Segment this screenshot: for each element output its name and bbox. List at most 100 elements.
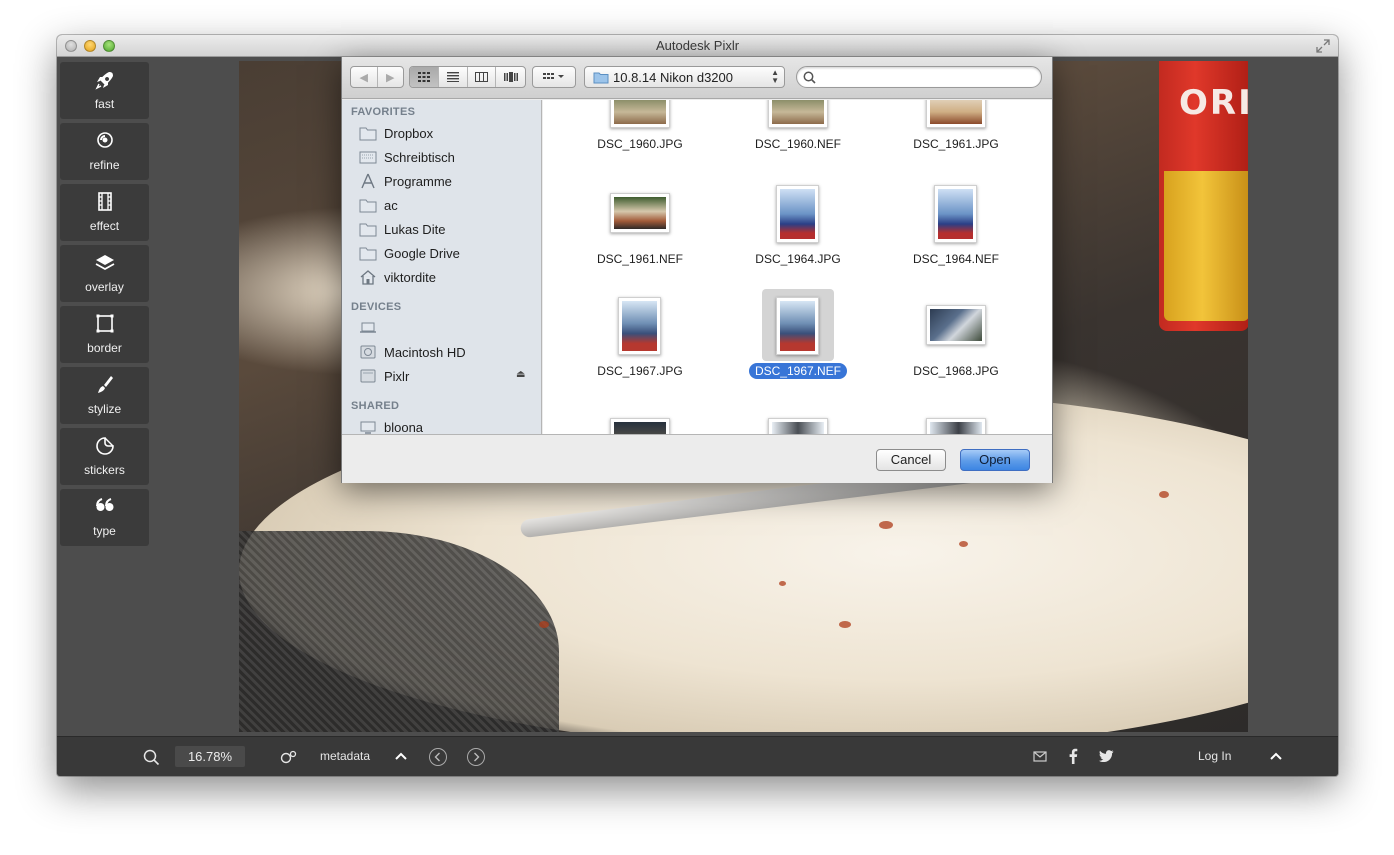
devices-header: DEVICES xyxy=(351,301,402,313)
login-button[interactable]: Log In xyxy=(1198,749,1231,763)
file-item[interactable]: DSC_1967.JPG xyxy=(565,297,715,407)
column-view-button[interactable] xyxy=(468,67,497,87)
sidebar-item-pixlr[interactable]: Pixlr ⏏ xyxy=(359,367,539,387)
tool-refine-button[interactable]: refine xyxy=(60,123,149,180)
sidebar-item-viktordite[interactable]: viktordite xyxy=(359,268,539,288)
file-item[interactable]: DSC_1964.JPG xyxy=(723,185,873,295)
arrange-icon xyxy=(543,73,564,79)
coverflow-view-button[interactable] xyxy=(496,67,525,87)
border-icon xyxy=(96,314,114,333)
shared-header: SHARED xyxy=(351,400,400,412)
chevron-right-icon xyxy=(474,752,480,762)
file-thumbnail[interactable] xyxy=(926,418,986,434)
path-popup-button[interactable]: 10.8.14 Nikon d3200 ▲ ▼ xyxy=(584,66,785,88)
file-name: DSC_1960.NEF xyxy=(754,137,842,151)
bottom-bar: 16.78% metadata Log In xyxy=(57,736,1338,776)
sidebar-item-label: Schreibtisch xyxy=(384,150,455,165)
sidebar-item-computer[interactable] xyxy=(359,318,539,338)
tool-fast-button[interactable]: fast xyxy=(60,62,149,119)
file-name: DSC_1967.NEF xyxy=(723,363,873,379)
search-field[interactable] xyxy=(796,66,1042,88)
tool-label: stylize xyxy=(87,402,122,416)
file-thumbnail[interactable] xyxy=(610,418,670,434)
icon-view-button[interactable] xyxy=(410,67,439,87)
tool-stickers-button[interactable]: stickers xyxy=(60,428,149,485)
file-name: DSC_1964.JPG xyxy=(755,252,841,266)
sidebar-item-dropbox[interactable]: Dropbox xyxy=(359,124,539,144)
file-item[interactable]: DSC_1961.NEF xyxy=(565,185,715,295)
hard-drive-icon xyxy=(360,345,376,359)
photo-stain xyxy=(839,621,851,628)
search-icon xyxy=(803,71,816,84)
previous-image-button[interactable] xyxy=(429,748,447,766)
sidebar-item-lukas-dite[interactable]: Lukas Dite xyxy=(359,220,539,240)
applications-icon xyxy=(361,173,375,189)
sidebar-item-label: Pixlr xyxy=(384,369,410,384)
file-name: DSC_1964.NEF xyxy=(912,252,1000,266)
file-name: DSC_1961.NEF xyxy=(596,252,684,266)
chevron-up-icon[interactable] xyxy=(1270,751,1282,761)
facebook-icon[interactable] xyxy=(1068,748,1078,764)
sidebar-item-macintosh-hd[interactable]: Macintosh HD xyxy=(359,343,539,363)
file-item[interactable]: DSC_1968.JPG xyxy=(881,297,1031,407)
view-mode-control xyxy=(409,66,526,88)
tool-label: overlay xyxy=(85,280,124,294)
file-thumbnail xyxy=(926,100,986,128)
film-icon xyxy=(98,192,112,211)
file-thumbnail xyxy=(926,305,986,345)
open-file-dialog: ◀ ▶ 10.8.14 Nikon d3200 ▲ ▼ FAVORITES Dr… xyxy=(341,57,1053,483)
network-computer-icon xyxy=(360,421,376,434)
arrange-button[interactable] xyxy=(533,67,575,87)
mail-icon[interactable] xyxy=(1033,751,1047,762)
tool-effect-button[interactable]: effect xyxy=(60,184,149,241)
cancel-button[interactable]: Cancel xyxy=(876,449,946,471)
next-image-button[interactable] xyxy=(467,748,485,766)
list-view-icon xyxy=(446,72,459,82)
photo-stain xyxy=(959,541,968,547)
file-item[interactable]: DSC_1964.NEF xyxy=(881,185,1031,295)
eject-icon[interactable]: ⏏ xyxy=(516,369,525,380)
back-forward-control: ◀ ▶ xyxy=(350,66,404,88)
tool-type-button[interactable]: type xyxy=(60,489,149,546)
tool-label: refine xyxy=(89,158,120,172)
sidebar-item-bloona[interactable]: bloona xyxy=(359,418,539,434)
fullscreen-icon[interactable] xyxy=(1316,39,1330,53)
zoom-level[interactable]: 16.78% xyxy=(175,746,245,767)
tool-border-button[interactable]: border xyxy=(60,306,149,363)
photo-stain xyxy=(539,621,549,628)
folder-icon xyxy=(593,72,609,84)
twitter-icon[interactable] xyxy=(1099,750,1114,762)
zoom-icon[interactable] xyxy=(143,749,160,766)
open-button[interactable]: Open xyxy=(960,449,1030,471)
tool-overlay-button[interactable]: overlay xyxy=(60,245,149,302)
layers-icon xyxy=(95,255,115,271)
column-view-icon xyxy=(474,72,488,82)
arrange-menu[interactable] xyxy=(532,66,576,88)
tool-label: stickers xyxy=(84,463,125,477)
file-item-selected[interactable]: DSC_1967.NEF xyxy=(723,289,873,407)
sidebar-item-programme[interactable]: Programme xyxy=(359,172,539,192)
chevron-up-icon[interactable] xyxy=(395,751,407,761)
tool-stylize-button[interactable]: stylize xyxy=(60,367,149,424)
compare-icon[interactable] xyxy=(280,750,298,764)
sidebar-item-label: Google Drive xyxy=(384,246,460,261)
file-thumbnail xyxy=(776,297,819,355)
chevron-left-icon xyxy=(434,752,440,762)
tool-label: border xyxy=(87,341,122,355)
favorites-header: FAVORITES xyxy=(351,106,416,118)
file-grid: DSC_1960.JPG DSC_1960.NEF DSC_1961.JPG D… xyxy=(543,100,1052,434)
refine-icon xyxy=(97,132,113,148)
list-view-button[interactable] xyxy=(439,67,468,87)
photo-can-text: ORI xyxy=(1179,83,1248,123)
back-button[interactable]: ◀ xyxy=(351,67,378,87)
sidebar-item-google-drive[interactable]: Google Drive xyxy=(359,244,539,264)
folder-icon xyxy=(359,127,377,141)
sidebar-item-ac[interactable]: ac xyxy=(359,196,539,216)
sidebar-item-schreibtisch[interactable]: Schreibtisch xyxy=(359,148,539,168)
metadata-button[interactable]: metadata xyxy=(320,749,370,763)
window-title: Autodesk Pixlr xyxy=(655,38,740,53)
file-thumbnail[interactable] xyxy=(768,418,828,434)
forward-button[interactable]: ▶ xyxy=(378,67,404,87)
sidebar-item-label: Dropbox xyxy=(384,126,434,141)
folder-icon xyxy=(359,223,377,237)
